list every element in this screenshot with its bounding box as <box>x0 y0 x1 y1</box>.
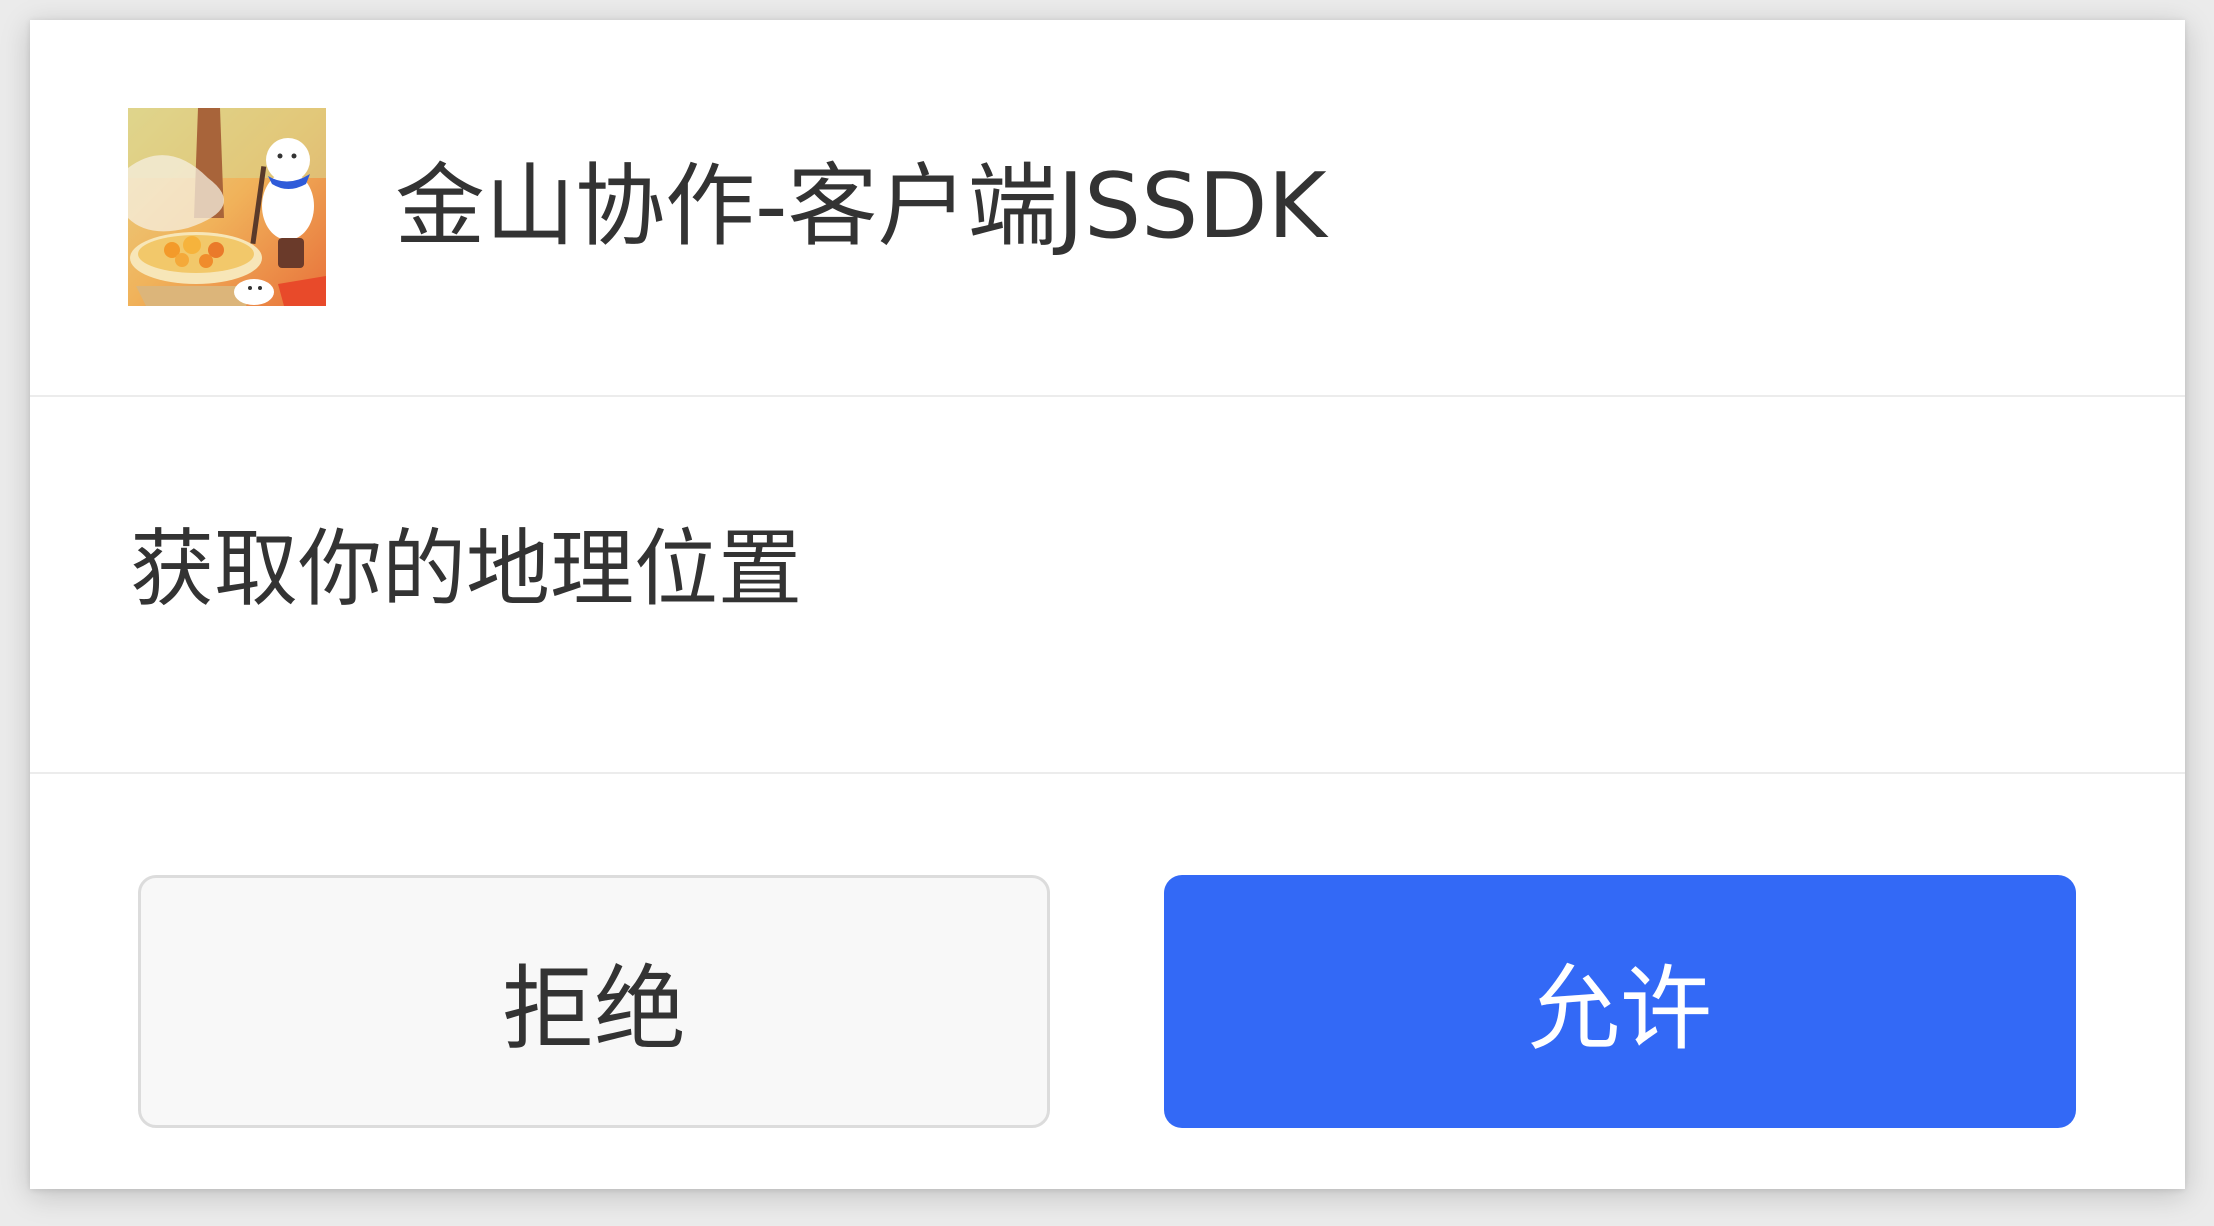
allow-button[interactable]: 允许 <box>1164 875 2076 1128</box>
dialog-header: 金山协作-客户端JSSDK <box>30 20 2185 397</box>
app-illustration-icon <box>128 108 326 306</box>
permission-dialog: 金山协作-客户端JSSDK 获取你的地理位置 拒绝 允许 <box>30 20 2185 1189</box>
permission-request-text: 获取你的地理位置 <box>130 520 803 618</box>
app-title: 金山协作-客户端JSSDK <box>395 154 1327 259</box>
dialog-footer: 拒绝 允许 <box>30 774 2185 1189</box>
deny-button[interactable]: 拒绝 <box>138 875 1050 1128</box>
dialog-body: 获取你的地理位置 <box>30 397 2185 774</box>
